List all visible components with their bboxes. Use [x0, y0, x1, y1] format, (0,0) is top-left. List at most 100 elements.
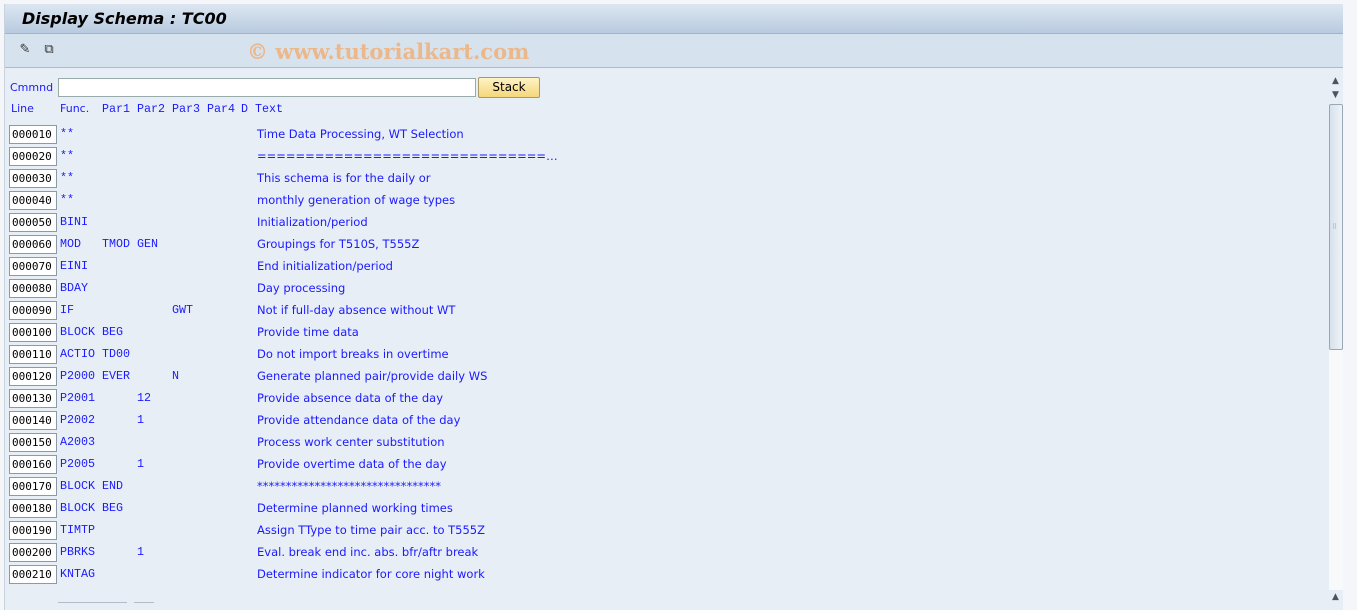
line-number-field[interactable]: 000200 [9, 543, 57, 562]
cell-func[interactable]: ** [60, 127, 74, 141]
line-number-field[interactable]: 000020 [9, 147, 57, 166]
cell-text[interactable]: End initialization/period [257, 259, 393, 273]
cell-text[interactable]: This schema is for the daily or [257, 171, 431, 185]
cell-par2[interactable]: 1 [137, 457, 144, 471]
cell-text[interactable]: ******************************** [257, 479, 441, 493]
line-number-field[interactable]: 000110 [9, 345, 57, 364]
table-row: 000050 BINI Initialization/period [5, 212, 605, 234]
line-number-field[interactable]: 000030 [9, 169, 57, 188]
cell-text[interactable]: Not if full-day absence without WT [257, 303, 455, 317]
cell-par1[interactable]: BEG [102, 325, 123, 339]
cell-text[interactable]: Determine indicator for core night work [257, 567, 485, 581]
cell-func[interactable]: BLOCK [60, 325, 95, 339]
scrollbar-thumb[interactable]: ⠿ [1329, 104, 1343, 350]
cell-func[interactable]: BLOCK [60, 479, 95, 493]
scroll-up-button[interactable]: ▲ [1328, 74, 1343, 88]
stack-button[interactable]: Stack [478, 77, 540, 98]
cell-func[interactable]: BINI [60, 215, 88, 229]
cell-par1[interactable]: TD00 [102, 347, 130, 361]
cell-func[interactable]: KNTAG [60, 567, 95, 581]
application-toolbar: ✎ ⧉ © www.tutorialkart.com [5, 34, 1343, 68]
other-object-icon[interactable]: ⧉ [40, 42, 58, 58]
cell-par2[interactable]: 12 [137, 391, 151, 405]
line-number-field[interactable]: 000170 [9, 477, 57, 496]
cell-par3[interactable]: N [172, 369, 179, 383]
table-row: 000030 ** This schema is for the daily or [5, 168, 605, 190]
cell-func[interactable]: MOD [60, 237, 81, 251]
table-row: 000040 ** monthly generation of wage types [5, 190, 605, 212]
line-number-field[interactable]: 000080 [9, 279, 57, 298]
cell-text[interactable]: Time Data Processing, WT Selection [257, 127, 464, 141]
column-header-par3: Par3 [172, 102, 201, 116]
cell-text[interactable]: monthly generation of wage types [257, 193, 455, 207]
command-input[interactable] [58, 78, 476, 97]
scroll-down-button[interactable]: ▼ [1328, 88, 1343, 102]
cell-par1[interactable]: TMOD [102, 237, 130, 251]
cell-func[interactable]: BDAY [60, 281, 88, 295]
scroll-up-bottom-button[interactable]: ▲ [1328, 590, 1343, 604]
cell-par1[interactable]: BEG [102, 501, 123, 515]
table-row: 000210 KNTAG Determine indicator for core … [5, 564, 605, 586]
line-number-field[interactable]: 000090 [9, 301, 57, 320]
line-number-field[interactable]: 000140 [9, 411, 57, 430]
cell-func[interactable]: P2001 [60, 391, 95, 405]
pencil-glasses-icon[interactable]: ✎ [16, 42, 34, 58]
cell-text[interactable]: Determine planned working times [257, 501, 453, 515]
line-number-field[interactable]: 000150 [9, 433, 57, 452]
line-number-field[interactable]: 000120 [9, 367, 57, 386]
cell-func[interactable]: P2005 [60, 457, 95, 471]
line-number-field[interactable]: 000010 [9, 125, 57, 144]
cell-par2[interactable]: 1 [137, 545, 144, 559]
cell-par3[interactable]: GWT [172, 303, 193, 317]
cell-text[interactable]: Provide attendance data of the day [257, 413, 460, 427]
cell-func[interactable]: A2003 [60, 435, 95, 449]
table-row: 000200 PBRKS 1 Eval. break end inc. abs. bf… [5, 542, 605, 564]
vertical-scrollbar[interactable]: ▲ ▼ ⠿ ▲ [1328, 68, 1344, 610]
line-number-field[interactable]: 000070 [9, 257, 57, 276]
watermark: © www.tutorialkart.com [247, 39, 530, 64]
cell-text[interactable]: Day processing [257, 281, 345, 295]
cell-text[interactable]: Generate planned pair/provide daily WS [257, 369, 487, 383]
cell-text[interactable]: ==============================… [257, 149, 558, 163]
cell-func[interactable]: ** [60, 149, 74, 163]
cell-func[interactable]: BLOCK [60, 501, 95, 515]
line-number-field[interactable]: 000060 [9, 235, 57, 254]
cell-par2[interactable]: 1 [137, 413, 144, 427]
cell-func[interactable]: ACTIO [60, 347, 95, 361]
cell-text[interactable]: Do not import breaks in overtime [257, 347, 449, 361]
cell-func[interactable]: EINI [60, 259, 88, 273]
cell-text[interactable]: Groupings for T510S, T555Z [257, 237, 419, 251]
line-number-field[interactable]: 000130 [9, 389, 57, 408]
cell-par1[interactable]: EVER [102, 369, 130, 383]
line-number-field[interactable]: 000100 [9, 323, 57, 342]
line-number-field[interactable]: 000040 [9, 191, 57, 210]
cell-func[interactable]: ** [60, 193, 74, 207]
line-number-field[interactable]: 000210 [9, 565, 57, 584]
line-number-field[interactable]: 000050 [9, 213, 57, 232]
cell-text[interactable]: Provide time data [257, 325, 359, 339]
cell-text[interactable]: Provide absence data of the day [257, 391, 443, 405]
scrollbar-track[interactable] [1329, 350, 1343, 590]
column-header-func: Func. [60, 102, 90, 115]
line-number-field[interactable]: 000180 [9, 499, 57, 518]
grip-icon: ⠿ [1332, 223, 1338, 231]
sap-window: Display Schema : TC00 ✎ ⧉ © www.tutorial… [4, 4, 1343, 610]
cell-par1[interactable]: END [102, 479, 123, 493]
cell-func[interactable]: P2000 [60, 369, 95, 383]
cell-text[interactable]: Initialization/period [257, 215, 368, 229]
cell-text[interactable]: Provide overtime data of the day [257, 457, 447, 471]
cell-func[interactable]: IF [60, 303, 74, 317]
table-row: 000070 EINI End initialization/period [5, 256, 605, 278]
cell-text[interactable]: Assign TType to time pair acc. to T555Z [257, 523, 485, 537]
table-row: 000170 BLOCK END **************************… [5, 476, 605, 498]
table-row: 000100 BLOCK BEG Provide time data [5, 322, 605, 344]
cell-func[interactable]: ** [60, 171, 74, 185]
cell-text[interactable]: Eval. break end inc. abs. bfr/aftr break [257, 545, 478, 559]
cell-text[interactable]: Process work center substitution [257, 435, 445, 449]
cell-func[interactable]: TIMTP [60, 523, 95, 537]
line-number-field[interactable]: 000190 [9, 521, 57, 540]
line-number-field[interactable]: 000160 [9, 455, 57, 474]
cell-par2[interactable]: GEN [137, 237, 158, 251]
cell-func[interactable]: PBRKS [60, 545, 95, 559]
cell-func[interactable]: P2002 [60, 413, 95, 427]
